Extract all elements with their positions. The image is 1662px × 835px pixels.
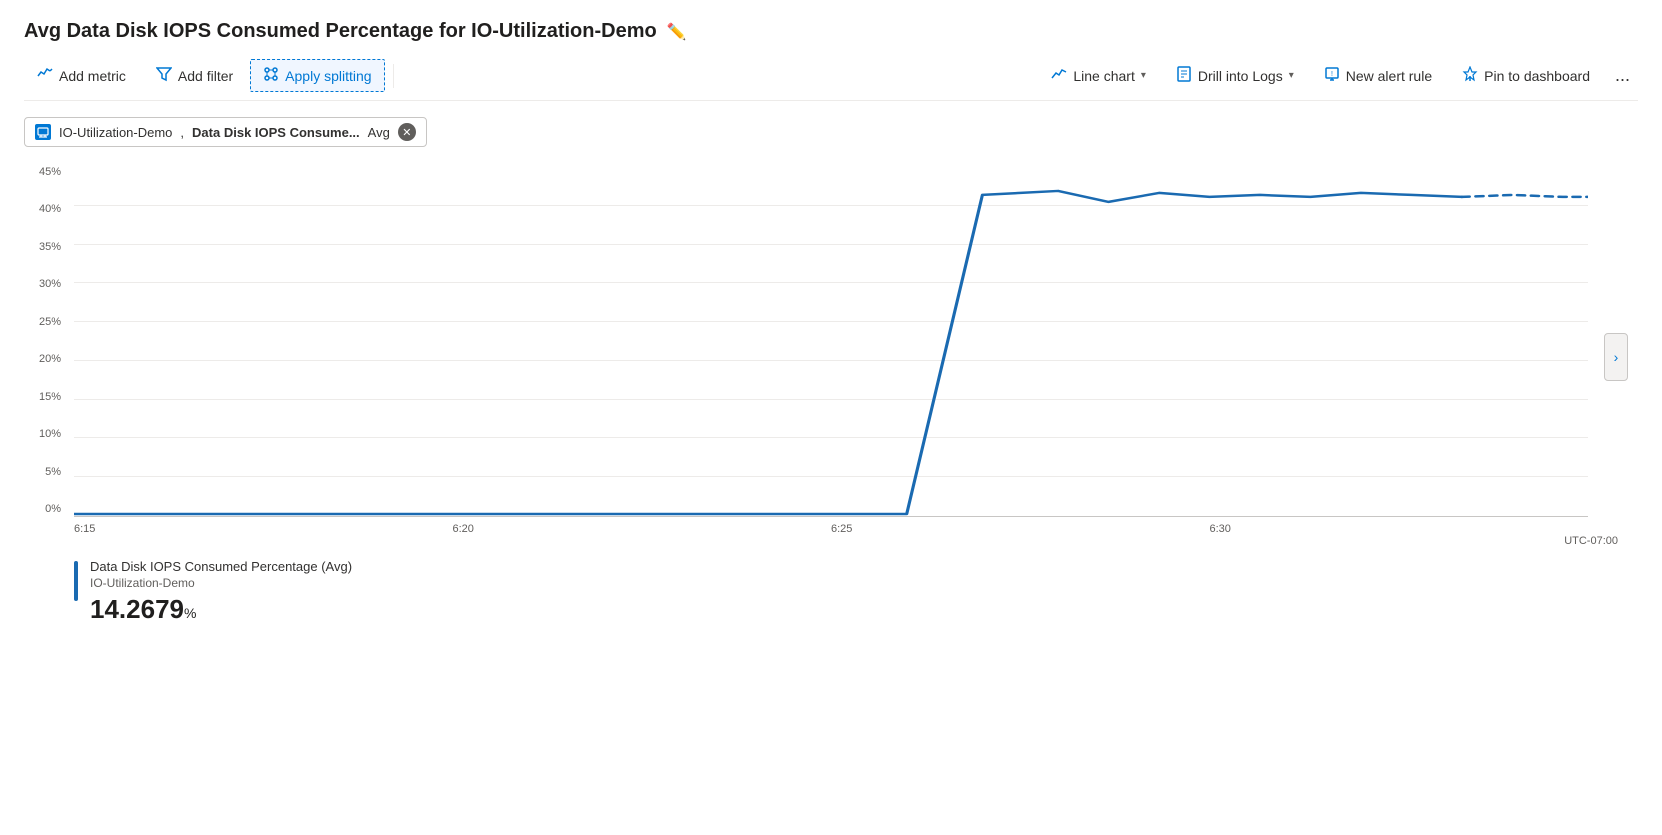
y-label-0: 0% bbox=[24, 504, 69, 515]
chevron-right-icon: › bbox=[1614, 349, 1619, 365]
legend-text: Data Disk IOPS Consumed Percentage (Avg)… bbox=[90, 559, 352, 625]
legend-area: Data Disk IOPS Consumed Percentage (Avg)… bbox=[24, 559, 1638, 625]
x-label-625: 6:25 bbox=[831, 523, 852, 535]
y-label-5: 5% bbox=[24, 467, 69, 478]
apply-splitting-icon bbox=[263, 66, 279, 85]
toolbar-right: Line chart ▾ Drill into Logs ▾ ! New ale… bbox=[1038, 59, 1638, 92]
metric-pill: IO-Utilization-Demo, Data Disk IOPS Cons… bbox=[24, 117, 427, 147]
y-label-20: 20% bbox=[24, 354, 69, 365]
metric-pill-aggregation: Avg bbox=[368, 125, 390, 140]
new-alert-rule-button[interactable]: ! New alert rule bbox=[1311, 59, 1445, 92]
line-chart-icon bbox=[1051, 66, 1067, 85]
svg-text:!: ! bbox=[1331, 71, 1333, 78]
toolbar-separator-1 bbox=[393, 64, 394, 88]
expand-chart-button[interactable]: › bbox=[1604, 333, 1628, 381]
legend-title: Data Disk IOPS Consumed Percentage (Avg) bbox=[90, 559, 352, 574]
pin-icon bbox=[1462, 66, 1478, 85]
chart-svg bbox=[74, 167, 1588, 516]
y-label-15: 15% bbox=[24, 392, 69, 403]
legend-color-bar bbox=[74, 561, 78, 601]
line-chart-button[interactable]: Line chart ▾ bbox=[1038, 59, 1159, 92]
y-label-40: 40% bbox=[24, 204, 69, 215]
vm-icon bbox=[35, 124, 51, 140]
metric-pill-metric-name: Data Disk IOPS Consume... bbox=[192, 125, 360, 140]
chart-area: 0% 5% 10% 15% 20% 25% 30% 35% 40% 45% bbox=[24, 167, 1618, 547]
toolbar: Add metric Add filter Apply splitting bbox=[24, 59, 1638, 101]
y-label-10: 10% bbox=[24, 429, 69, 440]
y-label-45: 45% bbox=[24, 167, 69, 178]
x-label-620: 6:20 bbox=[453, 523, 474, 535]
metric-pill-close-button[interactable]: ✕ bbox=[398, 123, 416, 141]
drill-logs-chevron: ▾ bbox=[1289, 70, 1294, 81]
page-title: Avg Data Disk IOPS Consumed Percentage f… bbox=[24, 20, 1638, 43]
more-options-button[interactable]: ... bbox=[1607, 59, 1638, 92]
legend-subtitle: IO-Utilization-Demo bbox=[90, 576, 352, 590]
chart-plot bbox=[74, 167, 1588, 517]
drill-into-logs-button[interactable]: Drill into Logs ▾ bbox=[1163, 59, 1307, 92]
add-filter-button[interactable]: Add filter bbox=[143, 59, 246, 92]
chart-container: 0% 5% 10% 15% 20% 25% 30% 35% 40% 45% bbox=[24, 167, 1638, 547]
x-label-630: 6:30 bbox=[1210, 523, 1231, 535]
apply-splitting-button[interactable]: Apply splitting bbox=[250, 59, 384, 92]
metric-pill-vm-name: IO-Utilization-Demo bbox=[59, 125, 172, 140]
legend-value: 14.2679% bbox=[90, 594, 352, 625]
edit-title-icon[interactable]: ✏️ bbox=[667, 22, 687, 42]
drill-into-logs-icon bbox=[1176, 66, 1192, 85]
y-label-25: 25% bbox=[24, 317, 69, 328]
add-metric-button[interactable]: Add metric bbox=[24, 59, 139, 92]
y-label-35: 35% bbox=[24, 242, 69, 253]
add-metric-icon bbox=[37, 66, 53, 85]
add-filter-icon bbox=[156, 66, 172, 85]
utc-label: UTC-07:00 bbox=[1564, 535, 1618, 547]
y-axis: 0% 5% 10% 15% 20% 25% 30% 35% 40% 45% bbox=[24, 167, 69, 517]
x-axis: 6:15 6:20 6:25 6:30 bbox=[74, 517, 1588, 547]
x-label-615: 6:15 bbox=[74, 523, 95, 535]
pin-to-dashboard-button[interactable]: Pin to dashboard bbox=[1449, 59, 1603, 92]
new-alert-rule-icon: ! bbox=[1324, 66, 1340, 85]
line-chart-chevron: ▾ bbox=[1141, 70, 1146, 81]
y-label-30: 30% bbox=[24, 279, 69, 290]
